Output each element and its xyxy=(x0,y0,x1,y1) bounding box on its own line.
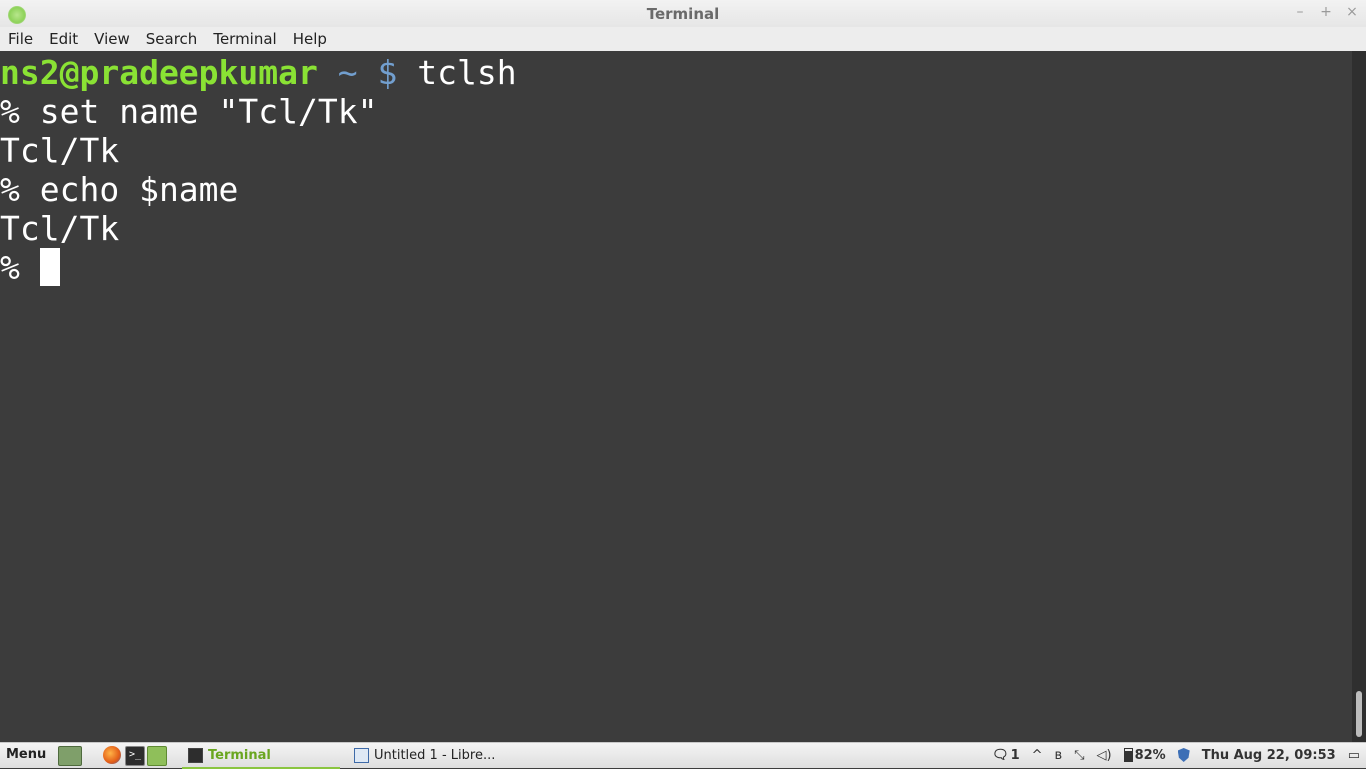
show-desktop-tray-icon[interactable]: ▭ xyxy=(1342,748,1366,763)
minimize-button[interactable]: – xyxy=(1294,4,1306,20)
start-menu-button[interactable]: Menu xyxy=(6,747,46,762)
volume-icon[interactable]: ◁) xyxy=(1091,748,1118,763)
maximize-button[interactable]: + xyxy=(1320,4,1332,20)
shield-icon xyxy=(1177,748,1190,762)
tray-expand-icon[interactable]: ^ xyxy=(1026,748,1049,763)
document-icon xyxy=(354,747,369,763)
network-icon[interactable]: ⤡ xyxy=(1068,748,1090,763)
notifications-icon[interactable]: 🗨 1 xyxy=(986,748,1026,763)
taskbar: Menu >_ Terminal Untitled 1 - Libre... 🗨… xyxy=(0,742,1366,769)
show-desktop-icon[interactable] xyxy=(58,746,82,766)
terminal-line: Tcl/Tk xyxy=(0,131,120,170)
terminal-output: ns2@pradeepkumar ~ $ tclsh% set name "Tc… xyxy=(0,53,517,287)
battery-indicator[interactable]: 82% xyxy=(1118,748,1172,763)
menu-edit[interactable]: Edit xyxy=(41,28,86,50)
taskbar-item-label: Terminal xyxy=(208,747,271,763)
bluetooth-icon[interactable]: ʙ xyxy=(1049,748,1069,763)
terminal-line: % echo $name xyxy=(0,170,239,209)
tcl-prompt: % xyxy=(0,248,40,287)
firefox-icon[interactable] xyxy=(103,746,121,764)
notification-count: 1 xyxy=(1010,747,1020,763)
terminal-launcher-icon[interactable]: >_ xyxy=(125,746,145,766)
taskbar-item-terminal[interactable]: Terminal xyxy=(182,743,340,769)
terminal-line: % set name "Tcl/Tk" xyxy=(0,92,378,131)
system-tray: 🗨 1 ^ ʙ ⤡ ◁) 82% Thu Aug 22, 09:53 ▭ xyxy=(986,743,1366,767)
prompt-symbol: $ xyxy=(377,53,398,92)
menu-bar: File Edit View Search Terminal Help xyxy=(0,27,1366,52)
files-icon[interactable] xyxy=(147,746,167,766)
window-titlebar: Terminal – + × xyxy=(0,0,1366,28)
terminal-scrollbar[interactable] xyxy=(1352,51,1366,743)
terminal-icon xyxy=(188,747,203,763)
clock[interactable]: Thu Aug 22, 09:53 xyxy=(1196,748,1342,763)
terminal-line: Tcl/Tk xyxy=(0,209,120,248)
terminal-line-prompt: ns2@pradeepkumar ~ $ tclsh xyxy=(0,53,517,92)
scrollbar-thumb[interactable] xyxy=(1356,691,1362,737)
terminal-current-line[interactable]: % xyxy=(0,248,517,287)
terminal-area[interactable]: ns2@pradeepkumar ~ $ tclsh% set name "Tc… xyxy=(0,51,1352,743)
window-title: Terminal xyxy=(646,5,720,23)
menu-view[interactable]: View xyxy=(86,28,138,50)
text-cursor xyxy=(39,248,60,286)
battery-percent: 82% xyxy=(1134,747,1166,763)
prompt-user: ns2@pradeepkumar xyxy=(0,53,318,92)
taskbar-item-libreoffice[interactable]: Untitled 1 - Libre... xyxy=(348,743,520,767)
terminal-command: tclsh xyxy=(397,53,517,92)
taskbar-item-label: Untitled 1 - Libre... xyxy=(374,747,496,763)
prompt-path: ~ xyxy=(317,53,378,92)
battery-icon xyxy=(1123,748,1133,762)
menu-search[interactable]: Search xyxy=(138,28,206,50)
menu-help[interactable]: Help xyxy=(285,28,335,50)
menu-terminal[interactable]: Terminal xyxy=(205,28,284,50)
close-button[interactable]: × xyxy=(1346,4,1358,20)
menu-file[interactable]: File xyxy=(0,28,41,50)
update-manager-icon[interactable] xyxy=(1172,748,1196,762)
window-controls: – + × xyxy=(1294,4,1358,20)
